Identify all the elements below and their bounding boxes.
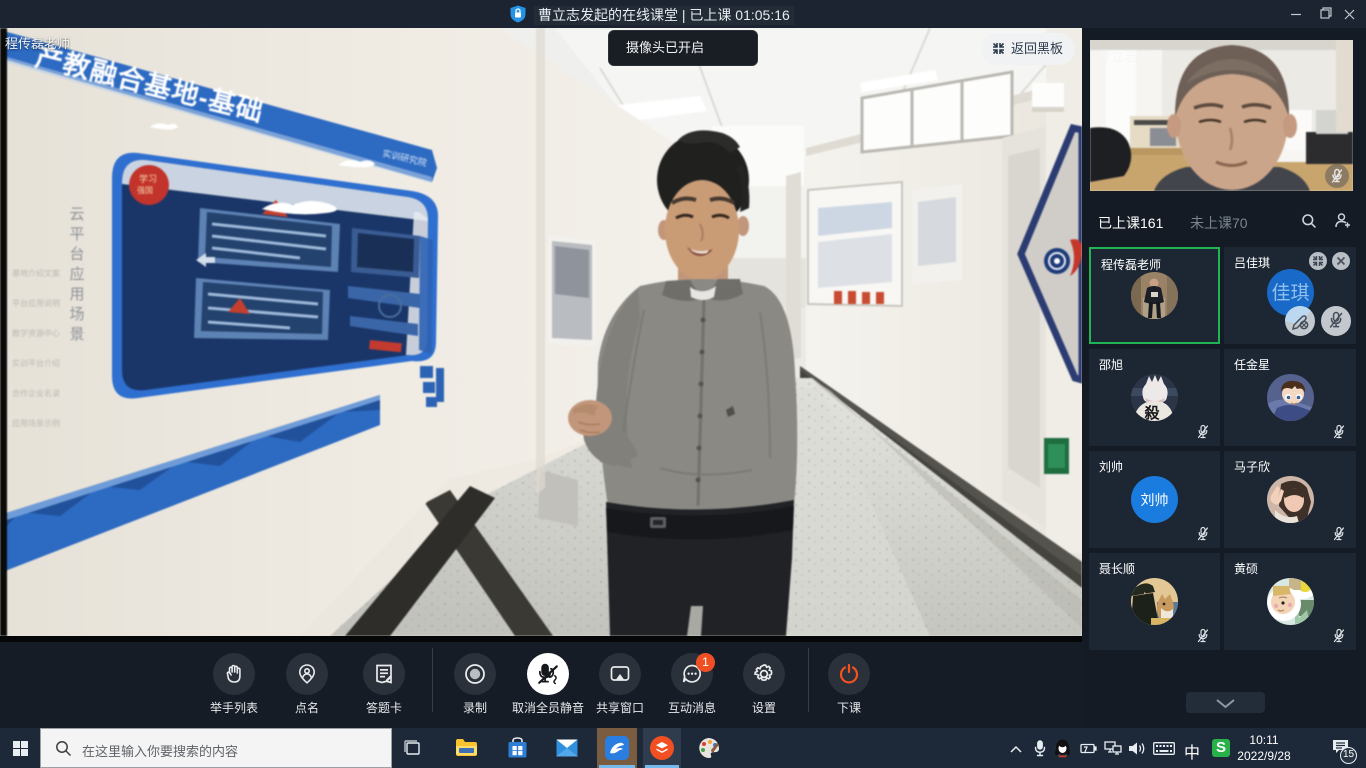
svg-text:殺: 殺 (1143, 404, 1160, 421)
svg-text:实训平台介绍: 实训平台介绍 (12, 358, 60, 368)
svg-text:学习: 学习 (139, 173, 157, 184)
svg-text:基地介绍文案: 基地介绍文案 (12, 268, 60, 278)
svg-text:刘帅: 刘帅 (1141, 492, 1169, 508)
svg-text:教学资源中心: 教学资源中心 (12, 328, 60, 338)
svg-text:应用场景示例: 应用场景示例 (12, 418, 60, 428)
svg-text:云平台应用场景: 云平台应用场景 (68, 206, 85, 346)
svg-text:合作企业名录: 合作企业名录 (12, 388, 60, 398)
svg-text:平台应用说明: 平台应用说明 (12, 298, 60, 308)
svg-text:佳琪: 佳琪 (1271, 282, 1309, 304)
svg-text:强国: 强国 (137, 186, 153, 195)
